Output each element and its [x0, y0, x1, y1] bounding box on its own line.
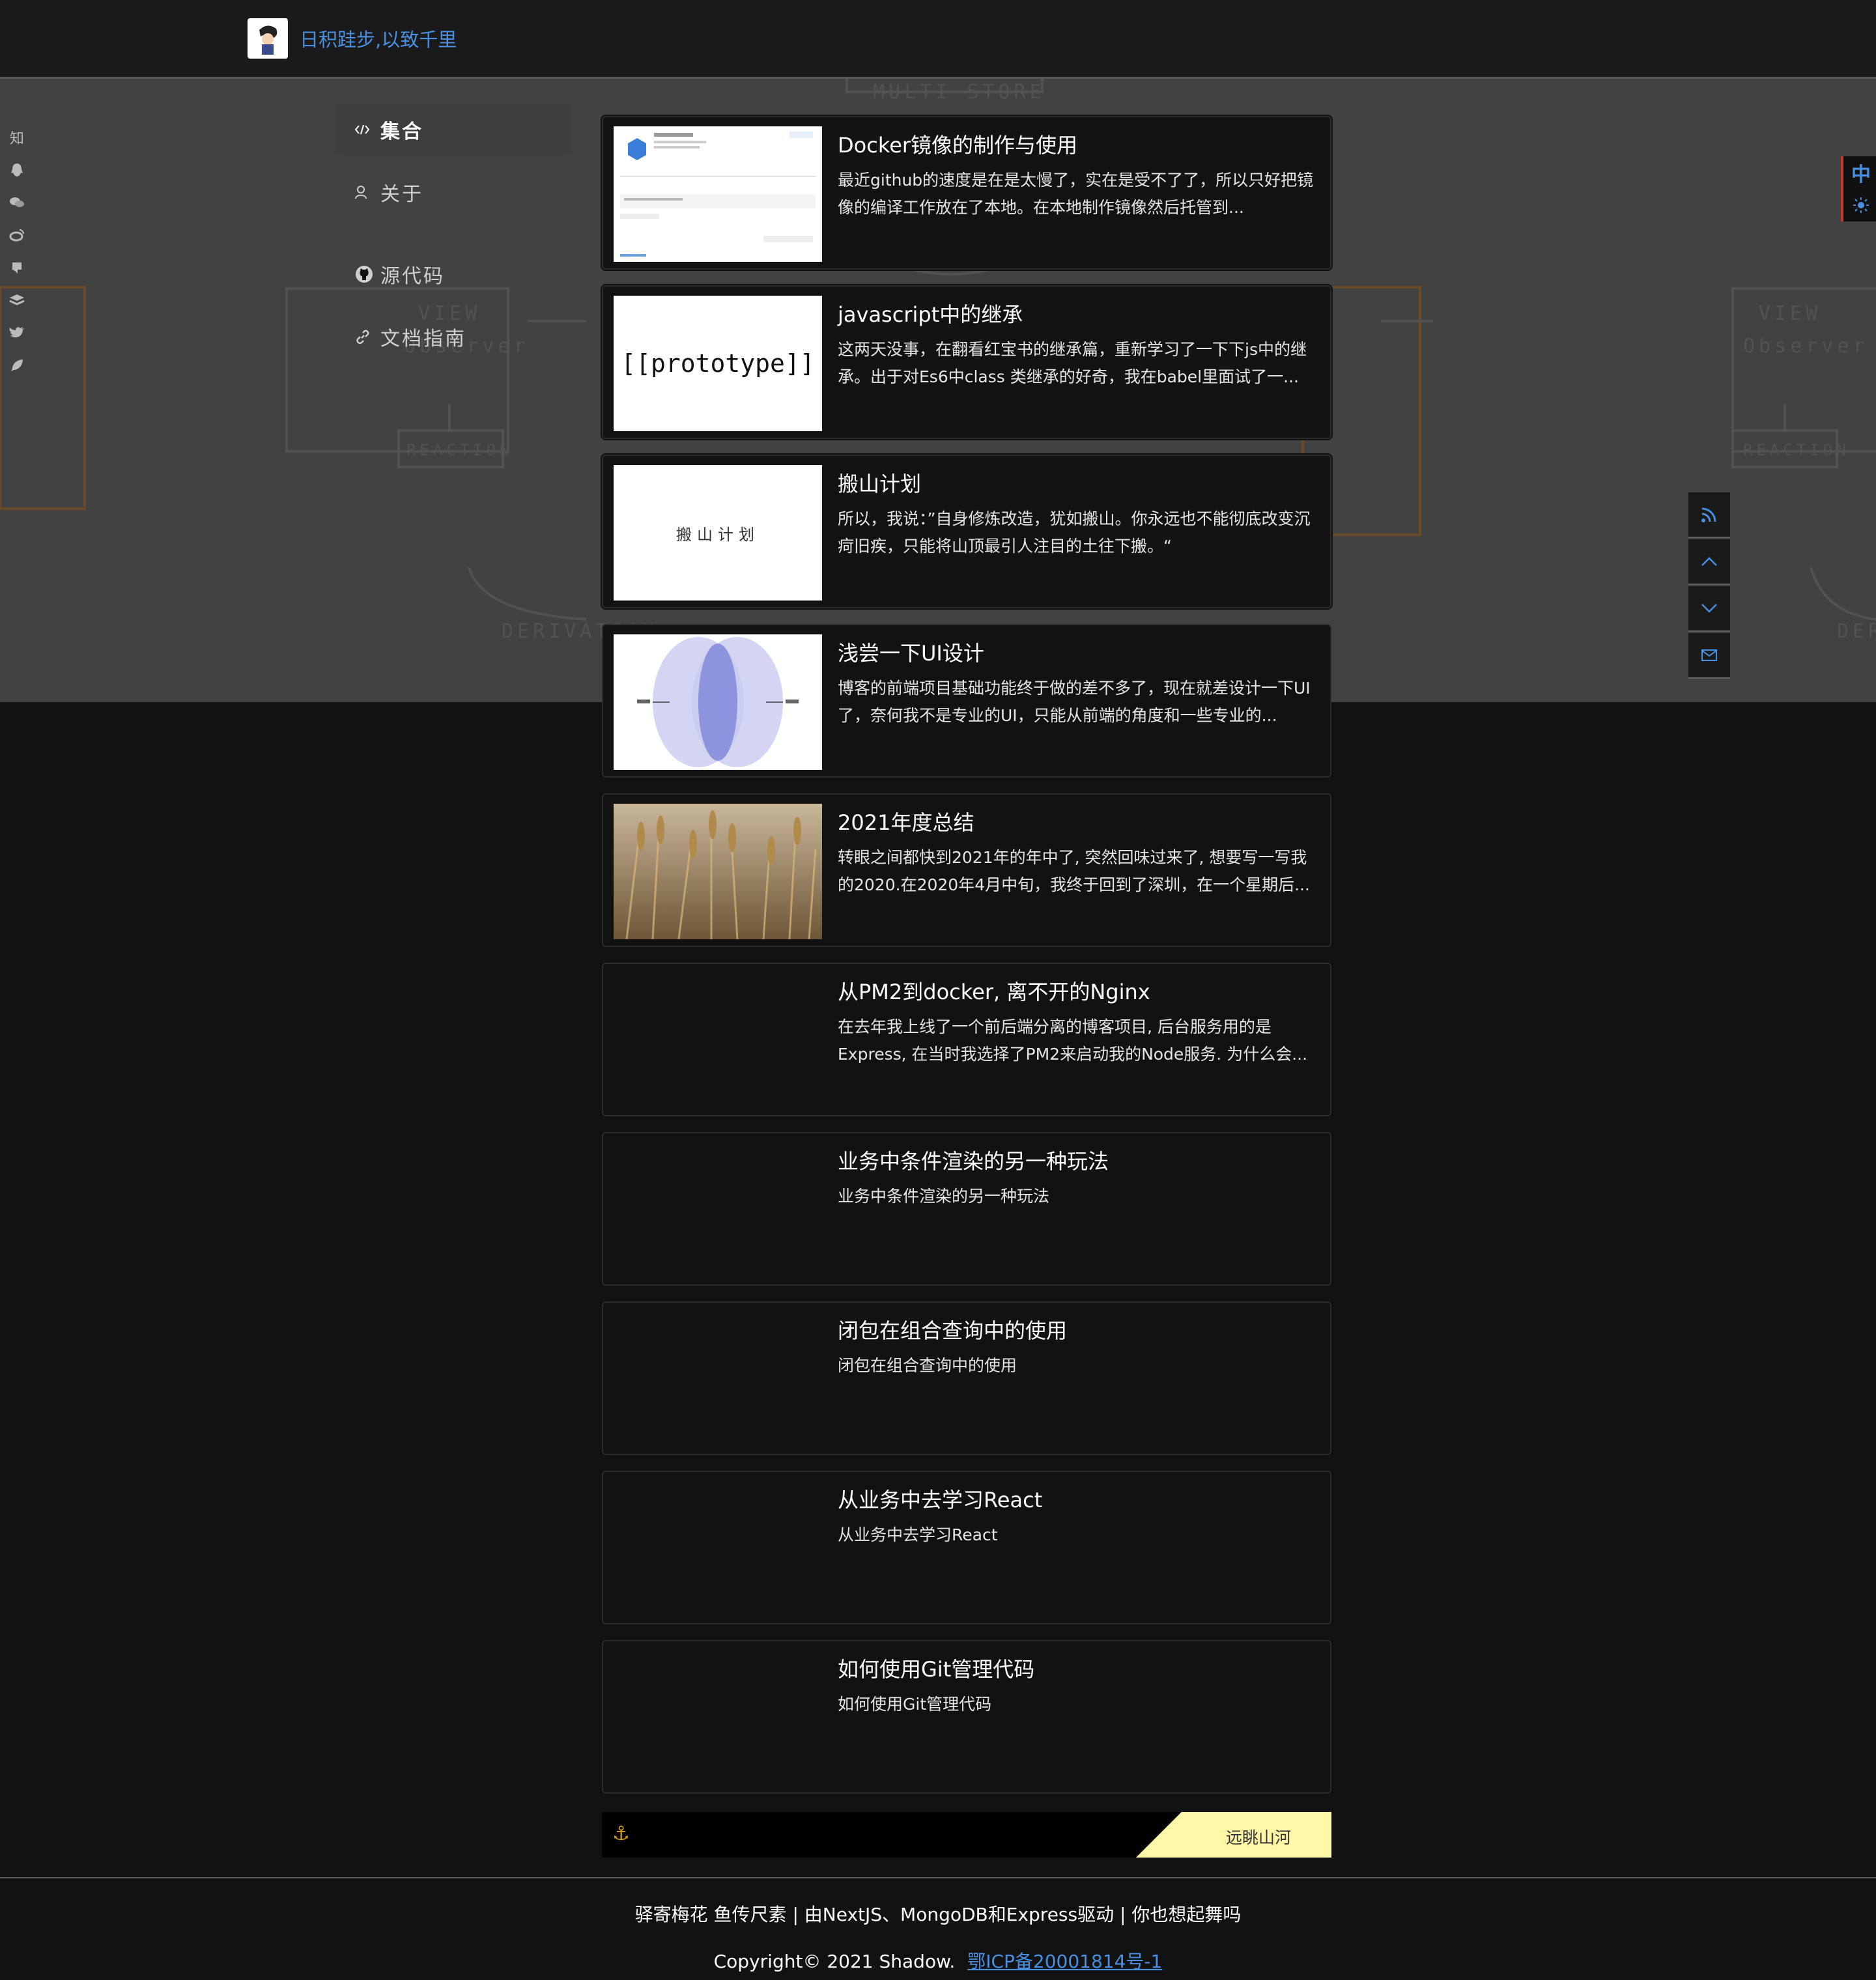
mail-button[interactable]: [1688, 633, 1730, 679]
rss-icon: [1701, 507, 1716, 522]
nav-source[interactable]: 源代码: [336, 249, 571, 300]
article-summary: 这两天没事，在翻看红宝书的继承篇，重新学习了一下下js中的继承。出于对Es6中c…: [838, 340, 1307, 386]
article-thumbnail: [614, 804, 822, 939]
avatar[interactable]: [248, 18, 288, 59]
article-thumbnail: [[prototype]]: [614, 296, 822, 431]
mail-icon: [1701, 649, 1717, 661]
link-icon: [354, 328, 374, 345]
site-title[interactable]: 日积跬步,以致千里: [300, 25, 457, 52]
article-title[interactable]: 如何使用Git管理代码: [838, 1653, 1034, 1683]
article-title[interactable]: javascript中的继承: [838, 298, 1023, 328]
article-thumbnail: 搬山计划: [614, 465, 822, 601]
weibo-icon[interactable]: [7, 219, 27, 251]
github-icon: [354, 264, 374, 284]
qq-icon[interactable]: [7, 154, 27, 186]
nav-collection[interactable]: 集合: [336, 104, 571, 155]
article-card[interactable]: 搬山计划 搬山计划 所以，我说：”自身修炼改造，犹如搬山。你永远也不能彻底改变沉…: [602, 455, 1331, 608]
article-card[interactable]: 闭包在组合查询中的使用 闭包在组合查询中的使用: [602, 1301, 1331, 1455]
article-card[interactable]: 2021年度总结 转眼之间都快到2021年的年中了, 突然回味过来了, 想要写一…: [602, 793, 1331, 947]
article-title[interactable]: 从PM2到docker, 离不开的Nginx: [838, 976, 1150, 1006]
footer-tagline: 驿寄梅花 鱼传尺素 | 由NextJS、MongoDB和Express驱动 | …: [634, 1904, 1242, 1925]
nav-about[interactable]: 关于: [336, 167, 571, 218]
top-bar: 日积跬步,以致千里: [0, 0, 1876, 79]
article-summary: 转眼之间都快到2021年的年中了, 突然回味过来了, 想要写一写我的2020.在…: [838, 848, 1310, 894]
nav-docs-label: 文档指南: [380, 328, 466, 350]
language-toggle[interactable]: 中: [1843, 156, 1876, 189]
article-title[interactable]: 从业务中去学习React: [838, 1484, 1042, 1514]
article-summary: 在去年我上线了一个前后端分离的博客项目, 后台服务用的是Express, 在当时…: [838, 1017, 1308, 1064]
article-card[interactable]: [[prototype]] javascript中的继承 这两天没事，在翻看红宝…: [602, 285, 1331, 439]
article-card[interactable]: Docker镜像的制作与使用 最近github的速度是在是太慢了，实在是受不了了…: [602, 116, 1331, 270]
anchor-icon: ⚓: [612, 1822, 630, 1845]
user-icon: [354, 185, 374, 199]
article-card[interactable]: 从业务中去学习React 从业务中去学习React: [602, 1471, 1331, 1624]
slogan-banner: ⚓ 远眺山河: [602, 1812, 1331, 1858]
article-card[interactable]: 如何使用Git管理代码 如何使用Git管理代码: [602, 1640, 1331, 1794]
chevron-down-icon: [1701, 604, 1717, 613]
chevron-up-icon: [1701, 557, 1717, 566]
article-summary: 博客的前端项目基础功能终于做的差不多了，现在就差设计一下UI了，奈何我不是专业的…: [838, 679, 1311, 725]
article-title[interactable]: 闭包在组合查询中的使用: [838, 1314, 1067, 1344]
thumbnail-text: [[prototype]]: [621, 349, 815, 378]
zhihu-icon[interactable]: 知: [7, 121, 27, 154]
twitter-icon[interactable]: [7, 317, 27, 349]
nav-divider: [336, 229, 571, 249]
wechat-icon[interactable]: [7, 186, 27, 219]
icp-link[interactable]: 鄂ICP备20001814号-1: [967, 1951, 1162, 1972]
nav-about-label: 关于: [380, 183, 423, 206]
article-title[interactable]: 搬山计划: [838, 468, 921, 498]
article-summary: 如何使用Git管理代码: [838, 1695, 992, 1714]
article-summary: 所以，我说：”自身修炼改造，犹如搬山。你永远也不能彻底改变沉疴旧疾，只能将山顶最…: [838, 509, 1311, 556]
rss-button[interactable]: [1688, 492, 1730, 538]
side-nav: 集合 关于 源代码 文档指南: [336, 104, 571, 374]
article-card[interactable]: 浅尝一下UI设计 博客的前端项目基础功能终于做的差不多了，现在就差设计一下UI了…: [602, 624, 1331, 778]
float-toolbar: [1688, 492, 1730, 680]
github-icon[interactable]: [7, 251, 27, 284]
article-summary: 业务中条件渲染的另一种玩法: [838, 1187, 1050, 1206]
nav-collection-label: 集合: [380, 120, 423, 143]
article-thumbnail: [614, 634, 822, 770]
stackshare-icon[interactable]: [7, 284, 27, 317]
article-title[interactable]: 2021年度总结: [838, 806, 974, 836]
article-title[interactable]: 业务中条件渲染的另一种玩法: [838, 1145, 1109, 1175]
footer-divider: [0, 1877, 1876, 1878]
sun-icon: [1853, 197, 1869, 213]
article-list: Docker镜像的制作与使用 最近github的速度是在是太慢了，实在是受不了了…: [602, 116, 1331, 1809]
scroll-top-button[interactable]: [1688, 539, 1730, 585]
code-icon: [354, 124, 374, 135]
article-summary: 从业务中去学习React: [838, 1525, 998, 1544]
article-summary: 闭包在组合查询中的使用: [838, 1356, 1017, 1375]
article-summary: 最近github的速度是在是太慢了，实在是受不了了，所以只好把镜像的编译工作放在…: [838, 171, 1314, 217]
article-title[interactable]: 浅尝一下UI设计: [838, 637, 984, 667]
social-rail: 知: [7, 121, 27, 382]
theme-toggle[interactable]: [1843, 189, 1876, 221]
slogan-text: 远眺山河: [1225, 1828, 1291, 1847]
lang-theme-panel: 中: [1841, 156, 1876, 221]
nav-docs[interactable]: 文档指南: [336, 311, 571, 362]
article-card[interactable]: 业务中条件渲染的另一种玩法 业务中条件渲染的另一种玩法: [602, 1132, 1331, 1286]
thumbnail-text: 搬山计划: [676, 525, 760, 544]
footer-copyright-row: Copyright© 2021 Shadow. 鄂ICP备20001814号-1: [0, 1947, 1876, 1973]
scroll-bottom-button[interactable]: [1688, 586, 1730, 632]
feather-icon[interactable]: [7, 349, 27, 382]
article-card[interactable]: 从PM2到docker, 离不开的Nginx 在去年我上线了一个前后端分离的博客…: [602, 963, 1331, 1116]
nav-source-label: 源代码: [380, 265, 445, 288]
copyright-text: Copyright© 2021 Shadow.: [713, 1951, 956, 1972]
article-title[interactable]: Docker镜像的制作与使用: [838, 129, 1077, 159]
article-thumbnail: [614, 126, 822, 262]
